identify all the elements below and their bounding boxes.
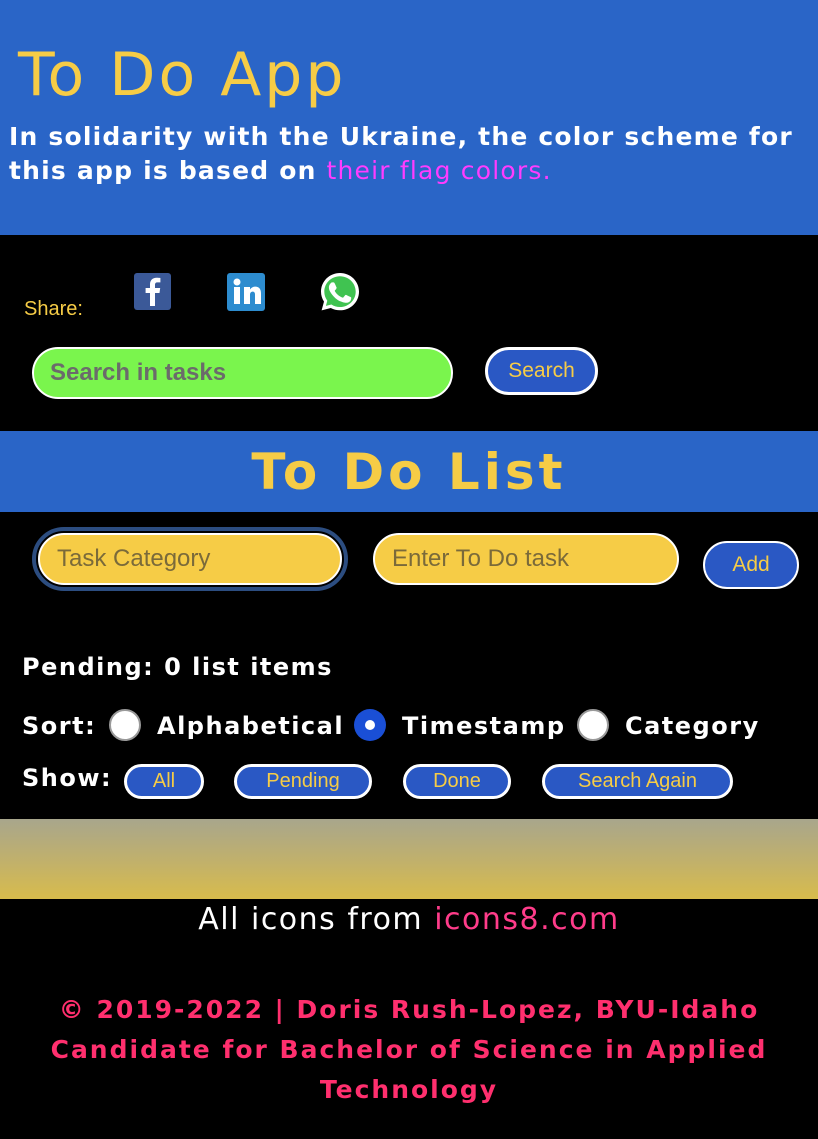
sort-timestamp-label: Timestamp xyxy=(402,712,566,740)
task-category-input[interactable] xyxy=(38,533,342,585)
category-focus-ring xyxy=(32,527,348,591)
list-header: To Do List xyxy=(0,431,818,512)
sort-label: Sort: xyxy=(22,712,97,740)
icons-credit: All icons from icons8.com xyxy=(0,900,818,940)
list-title: To Do List xyxy=(251,443,567,501)
show-pending-button[interactable]: Pending xyxy=(234,764,372,799)
facebook-icon[interactable] xyxy=(133,272,173,312)
header: To Do App In solidarity with the Ukraine… xyxy=(0,0,818,235)
sort-alphabetical-radio[interactable] xyxy=(109,709,141,741)
icons8-link[interactable]: icons8.com xyxy=(434,902,620,937)
show-all-button[interactable]: All xyxy=(124,764,204,799)
search-button[interactable]: Search xyxy=(485,347,598,395)
show-label: Show: xyxy=(22,764,113,792)
copyright: © 2019-2022 | Doris Rush-Lopez, BYU-Idah… xyxy=(50,995,768,1104)
linkedin-icon[interactable] xyxy=(226,272,266,312)
intro-text: In solidarity with the Ukraine, the colo… xyxy=(9,120,809,188)
task-input[interactable] xyxy=(373,533,679,585)
icons-credit-text: All icons from xyxy=(198,902,435,937)
pending-count: Pending: 0 list items xyxy=(22,653,333,681)
app-title: To Do App xyxy=(18,40,347,110)
sort-timestamp-radio[interactable] xyxy=(354,709,386,741)
sort-category-label: Category xyxy=(625,712,760,740)
sort-alphabetical-label: Alphabetical xyxy=(157,712,345,740)
flag-colors-link[interactable]: their flag colors. xyxy=(327,156,552,185)
add-button[interactable]: Add xyxy=(703,541,799,589)
show-done-button[interactable]: Done xyxy=(403,764,511,799)
whatsapp-icon[interactable] xyxy=(318,270,362,314)
search-again-button[interactable]: Search Again xyxy=(542,764,733,799)
sort-category-radio[interactable] xyxy=(577,709,609,741)
search-input[interactable] xyxy=(32,347,453,399)
task-list-area xyxy=(0,819,818,899)
share-label: Share: xyxy=(24,298,83,320)
